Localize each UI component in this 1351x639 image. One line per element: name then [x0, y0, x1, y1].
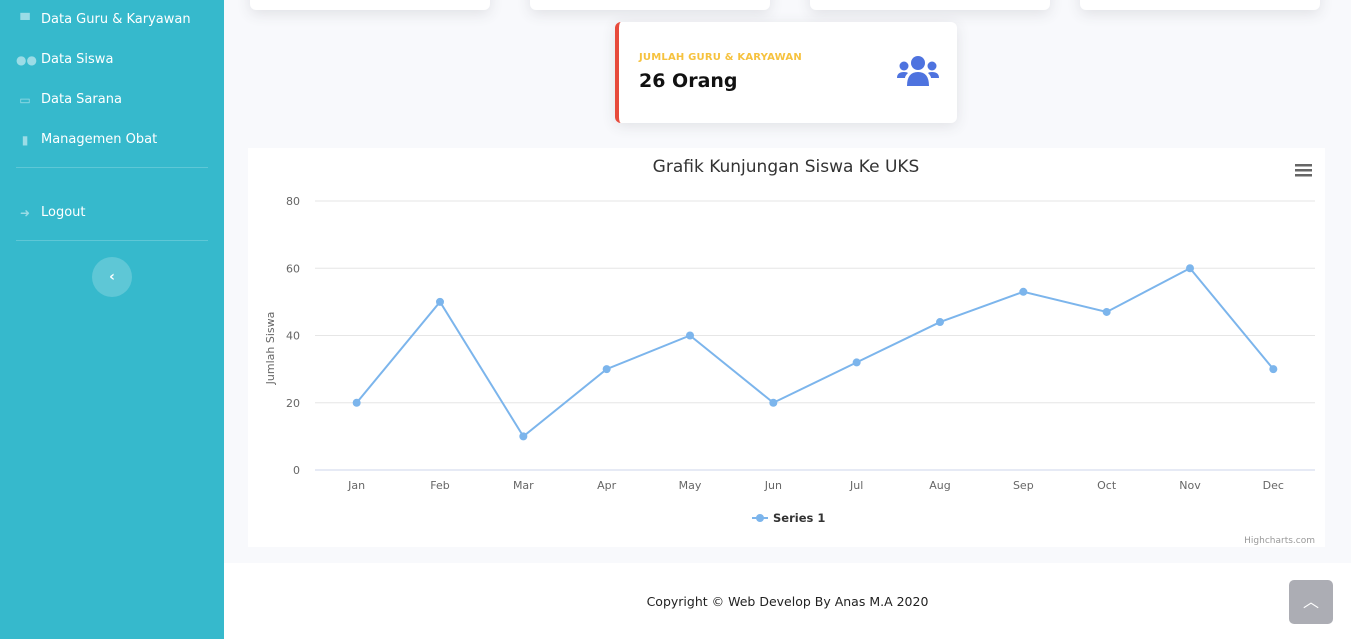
chart-credits[interactable]: Highcharts.com: [1244, 536, 1315, 546]
sidebar-item-data-siswa[interactable]: ●● Data Siswa: [16, 52, 113, 67]
y-tick-label: 0: [293, 464, 300, 477]
stat-card: [1080, 0, 1320, 10]
sidebar-item-data-sarana[interactable]: ▭ Data Sarana: [16, 92, 122, 107]
bed-icon: ▭: [19, 92, 31, 107]
x-tick-label: Apr: [597, 479, 617, 492]
x-tick-label: Feb: [430, 479, 449, 492]
chart-title: Grafik Kunjungan Siswa Ke UKS: [653, 157, 920, 177]
data-point: [936, 318, 944, 327]
x-tick-label: Mar: [513, 479, 534, 492]
legend-label: Series 1: [773, 511, 825, 525]
y-tick-label: 80: [286, 195, 300, 208]
stat-card: [250, 0, 490, 10]
x-tick-label: Aug: [929, 479, 950, 492]
data-point: [852, 358, 861, 367]
users-icon: [897, 56, 939, 86]
x-tick-label: Dec: [1263, 479, 1284, 492]
sidebar-divider: [16, 167, 208, 168]
y-axis-label: Jumlah Siswa: [264, 312, 277, 386]
sidebar-divider: [16, 240, 208, 241]
sidebar-item-managemen-obat[interactable]: ▮ Managemen Obat: [16, 132, 158, 147]
stat-label: JUMLAH GURU & KARYAWAN: [639, 52, 802, 63]
legend-item[interactable]: Series 1: [752, 511, 825, 525]
chevron-left-icon: ‹: [109, 269, 115, 285]
x-tick-label: Oct: [1097, 479, 1117, 492]
sidebar-toggle-button[interactable]: ‹: [92, 257, 132, 297]
sidebar-item-logout[interactable]: ➜ Logout: [16, 205, 86, 220]
data-point: [1019, 287, 1028, 296]
data-point: [1102, 307, 1111, 316]
x-tick-label: May: [679, 479, 702, 492]
medicine-icon: ▮: [21, 132, 29, 147]
x-tick-label: Jan: [347, 479, 365, 492]
copyright-text: Copyright © Web Develop By Anas M.A 2020: [646, 594, 929, 609]
logout-icon: ➜: [19, 205, 31, 220]
footer: Copyright © Web Develop By Anas M.A 2020: [224, 563, 1351, 639]
series-line: [355, 266, 1275, 438]
menu-icon[interactable]: [1295, 164, 1312, 177]
x-tick-label: Nov: [1179, 479, 1201, 492]
data-point: [1269, 365, 1278, 374]
x-tick-label: Jul: [849, 479, 863, 492]
y-tick-label: 20: [286, 397, 300, 410]
stat-card: [530, 0, 770, 10]
stat-value: 26 Orang: [639, 70, 738, 92]
x-tick-label: Sep: [1013, 479, 1034, 492]
data-point: [602, 365, 611, 374]
data-point: [436, 297, 444, 306]
y-tick-label: 40: [286, 330, 300, 343]
stat-card-guru-karyawan: JUMLAH GURU & KARYAWAN 26 Orang: [615, 22, 957, 123]
data-point: [352, 398, 361, 407]
data-point: [769, 398, 778, 407]
chevron-up-icon: ︿: [1302, 592, 1319, 611]
chart-svg: Grafik Kunjungan Siswa Ke UKS Jumlah Sis…: [264, 157, 1315, 546]
data-point: [519, 432, 528, 441]
data-point: [1186, 264, 1194, 273]
user-graduate-icon: ▀: [20, 12, 30, 27]
y-tick-label: 60: [286, 262, 300, 275]
x-tick-label: Jun: [764, 479, 782, 492]
data-point: [686, 331, 694, 340]
users-icon: ●●: [16, 52, 37, 67]
scroll-to-top-button[interactable]: ︿: [1289, 580, 1333, 624]
stat-card: [810, 0, 1050, 10]
sidebar-item-data-guru[interactable]: ▀ Data Guru & Karyawan: [16, 12, 190, 27]
sidebar: ▀ Data Guru & Karyawan ●● Data Siswa ▭ Data…: [0, 0, 224, 639]
visits-chart: Grafik Kunjungan Siswa Ke UKS Jumlah Sis…: [248, 148, 1325, 547]
